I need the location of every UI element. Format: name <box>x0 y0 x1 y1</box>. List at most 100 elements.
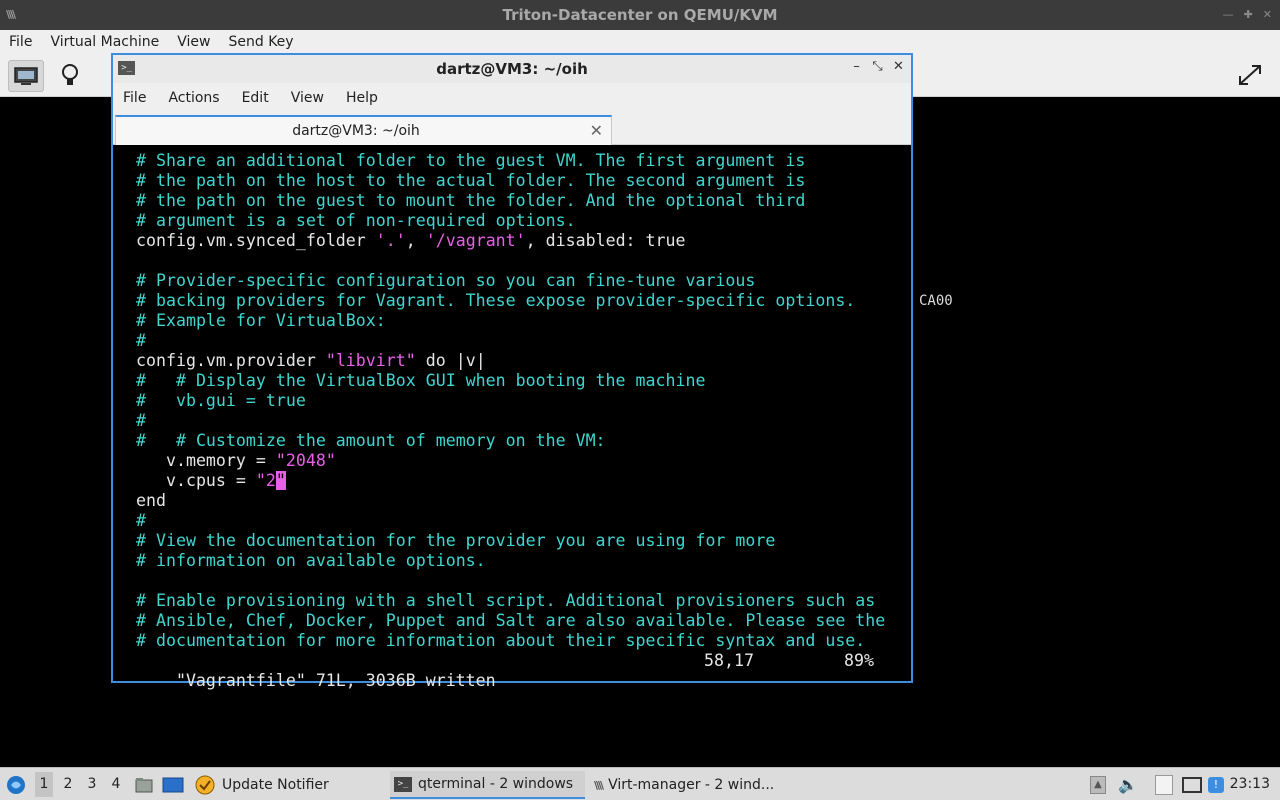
vim-line: # # Display the VirtualBox GUI when boot… <box>136 371 705 391</box>
vm-window-controls: — ✚ ✕ <box>1223 8 1272 21</box>
task-virt-manager[interactable]: \\\\ Virt-manager - 2 wind... <box>590 771 774 799</box>
eject-icon: ▲ <box>1090 775 1106 794</box>
vim-text-segment: # # Customize the amount of memory on th… <box>136 431 606 450</box>
vim-line: # # Customize the amount of memory on th… <box>136 431 606 451</box>
workspace-3[interactable]: 3 <box>83 776 101 792</box>
details-button[interactable] <box>52 60 88 92</box>
show-desktop-button[interactable] <box>162 768 184 800</box>
vim-text-segment: # <box>136 511 146 530</box>
tray-network[interactable] <box>1182 768 1202 800</box>
tray-updates[interactable]: ! <box>1208 768 1224 800</box>
vim-text-segment: # vb.gui = true <box>136 391 306 410</box>
vim-line: # <box>136 411 146 431</box>
taskbar: 1 2 3 4 Update Notifier >_ qterminal - 2… <box>0 767 1280 800</box>
vim-cursor: " <box>275 471 286 490</box>
vim-text-segment: # View the documentation for the provide… <box>136 531 776 550</box>
lxqt-logo-icon <box>7 775 25 794</box>
minimize-icon[interactable]: – <box>850 59 863 74</box>
clipboard-icon <box>1155 774 1173 795</box>
vim-text-segment: # Provider-specific configuration so you… <box>136 271 756 290</box>
vim-line: # <box>136 511 146 531</box>
file-manager-launcher[interactable] <box>134 768 154 800</box>
fullscreen-icon <box>1239 65 1261 85</box>
workspace-2[interactable]: 2 <box>59 776 77 792</box>
vim-text-segment: , <box>405 231 426 250</box>
vim-line: # the path on the guest to mount the fol… <box>136 191 805 211</box>
clock[interactable]: 23:13 <box>1230 776 1270 792</box>
vim-text-segment: config.vm.synced_folder <box>136 231 376 250</box>
menu-file[interactable]: File <box>9 34 32 50</box>
terminal-tab-label: dartz@VM3: ~/oih <box>292 123 420 139</box>
vim-line: # argument is a set of non-required opti… <box>136 211 576 231</box>
minimize-icon[interactable]: — <box>1223 8 1234 21</box>
vim-line: # vb.gui = true <box>136 391 306 411</box>
vim-text-segment: "2048" <box>275 451 336 470</box>
terminal-icon: >_ <box>394 776 412 792</box>
terminal-tab[interactable]: dartz@VM3: ~/oih ✕ <box>115 115 612 145</box>
task-update-notifier[interactable]: Update Notifier <box>190 771 329 799</box>
vim-text-segment: v.memory = <box>136 451 276 470</box>
vim-line: # the path on the host to the actual fol… <box>136 171 805 191</box>
vm-window-titlebar[interactable]: \\\\ Triton-Datacenter on QEMU/KVM — ✚ ✕ <box>0 0 1280 30</box>
vim-line: # View the documentation for the provide… <box>136 531 775 551</box>
update-notifier-icon <box>195 775 215 795</box>
workspace-4[interactable]: 4 <box>107 776 125 792</box>
menu-file[interactable]: File <box>123 90 146 106</box>
close-icon[interactable]: ✕ <box>1263 8 1272 21</box>
vim-text-segment: # the path on the host to the actual fol… <box>136 171 806 190</box>
vim-line: config.vm.synced_folder '.', '/vagrant',… <box>136 231 686 251</box>
menu-send-key[interactable]: Send Key <box>228 34 293 50</box>
menu-actions[interactable]: Actions <box>168 90 219 106</box>
vim-text-segment: # Share an additional folder to the gues… <box>136 151 806 170</box>
terminal-window[interactable]: >_ dartz@VM3: ~/oih – ⤡ ✕ File Actions E… <box>111 53 913 690</box>
task-label: Virt-manager - 2 wind... <box>608 777 775 793</box>
vim-line: config.vm.provider "libvirt" do |v| <box>136 351 486 371</box>
vim-line: # Enable provisioning with a shell scrip… <box>136 591 875 611</box>
vim-text-segment: # backing providers for Vagrant. These e… <box>136 291 856 310</box>
vim-line: # Example for VirtualBox: <box>136 311 386 331</box>
vim-text-segment: do |v| <box>415 351 486 370</box>
vim-text-segment: config.vm.provider <box>136 351 326 370</box>
vim-scroll-percent: 89% <box>844 651 874 670</box>
menu-edit[interactable]: Edit <box>242 90 269 106</box>
terminal-menubar: File Actions Edit View Help <box>113 83 911 113</box>
maximize-icon[interactable]: ✚ <box>1244 8 1253 21</box>
vim-line: v.cpus = "2" <box>136 471 286 491</box>
task-label: Update Notifier <box>222 777 329 793</box>
vim-text-segment: # argument is a set of non-required opti… <box>136 211 576 230</box>
menu-help[interactable]: Help <box>346 90 378 106</box>
vim-status-line: "Vagrantfile" 71L, 3036B written <box>116 651 496 690</box>
terminal-tabbar: dartz@VM3: ~/oih ✕ <box>113 113 911 145</box>
start-menu-button[interactable] <box>4 768 28 800</box>
menu-view[interactable]: View <box>291 90 324 106</box>
console-button[interactable] <box>8 60 44 92</box>
info-icon: ! <box>1208 776 1224 793</box>
close-icon[interactable]: ✕ <box>892 59 905 74</box>
monitor-icon <box>14 67 38 85</box>
restore-icon[interactable]: ⤡ <box>871 59 884 74</box>
vim-text-segment: # Ansible, Chef, Docker, Puppet and Salt… <box>136 611 886 630</box>
vim-line: # information on available options. <box>136 551 486 571</box>
desktop-icon <box>162 777 184 792</box>
vim-file-info: "Vagrantfile" 71L, 3036B written <box>175 671 496 690</box>
volume-control[interactable]: 🔈 <box>1118 768 1138 800</box>
vim-text-segment: # <box>136 331 146 350</box>
terminal-content[interactable]: # Share an additional folder to the gues… <box>113 146 911 690</box>
vim-cursor-position: 58,17 <box>704 651 754 670</box>
vim-text-segment: # # Display the VirtualBox GUI when boot… <box>136 371 706 390</box>
vim-line: # documentation for more information abo… <box>136 631 865 651</box>
vim-line: # Share an additional folder to the gues… <box>136 151 805 171</box>
tray-up-arrow[interactable]: ▲ <box>1090 768 1106 800</box>
vim-text-segment: # <box>136 411 146 430</box>
vim-text-segment: '.' <box>375 231 406 250</box>
terminal-titlebar[interactable]: >_ dartz@VM3: ~/oih – ⤡ ✕ <box>113 55 911 83</box>
tray-clipboard[interactable] <box>1155 768 1173 800</box>
vim-text-segment: end <box>136 491 166 510</box>
fullscreen-button[interactable] <box>1232 60 1268 92</box>
menu-virtual-machine[interactable]: Virtual Machine <box>50 34 159 50</box>
task-qterminal[interactable]: >_ qterminal - 2 windows <box>390 771 585 799</box>
lightbulb-icon <box>62 64 78 85</box>
menu-view[interactable]: View <box>177 34 210 50</box>
close-tab-icon[interactable]: ✕ <box>590 121 603 140</box>
workspace-1[interactable]: 1 <box>35 772 53 797</box>
